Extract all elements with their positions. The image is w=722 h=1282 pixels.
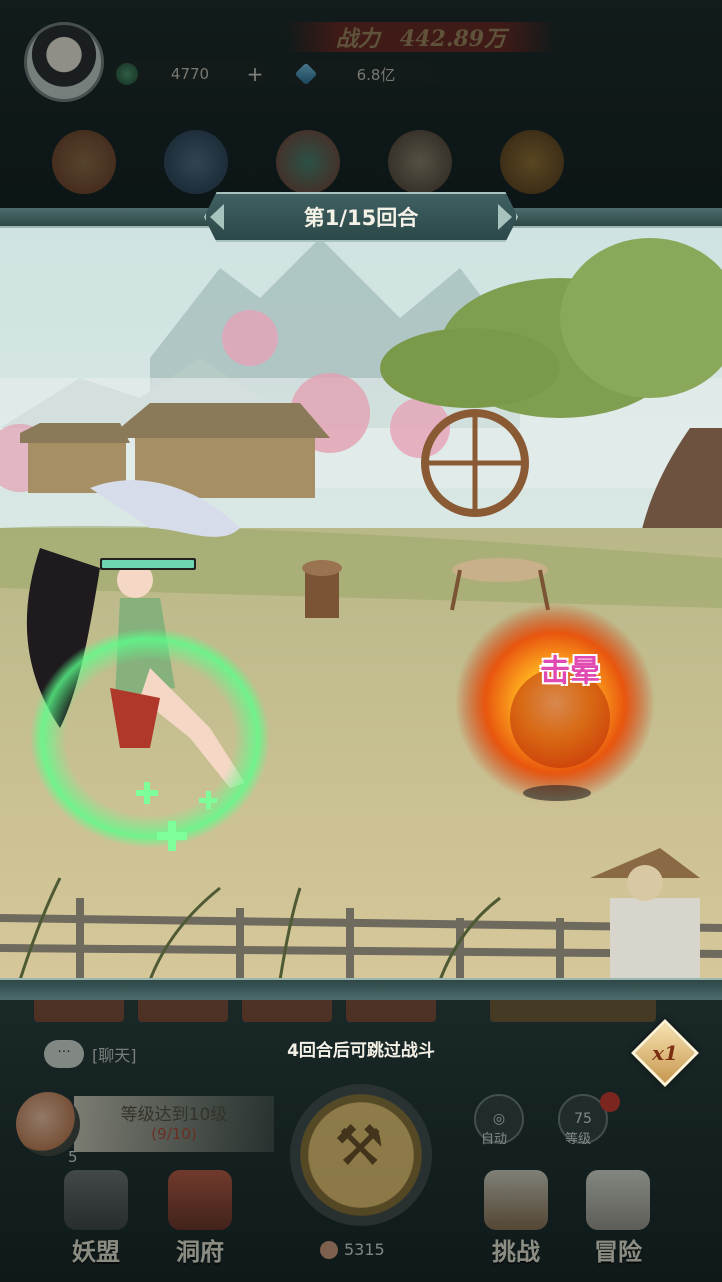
- peach-coin-icon: [320, 1240, 338, 1259]
- battle-background: [0, 228, 722, 980]
- nav-challenge[interactable]: 挑战: [466, 1170, 566, 1270]
- level-value: 75: [574, 1111, 592, 1127]
- cave-icon: [168, 1170, 232, 1230]
- battle-frame-bottom: [0, 978, 722, 1000]
- level-label: 等级: [565, 1132, 592, 1147]
- stun-effect-text: 击晕: [540, 654, 600, 689]
- axe-icon: ⚒: [334, 1114, 385, 1179]
- nav-alliance[interactable]: 妖盟: [46, 1170, 146, 1270]
- nav-cave[interactable]: 洞府: [150, 1170, 250, 1270]
- round-text: 第1/15回合: [303, 206, 419, 230]
- auto-swirl-icon: ◎: [492, 1111, 506, 1127]
- adventure-icon: [586, 1170, 650, 1230]
- peach-count: 5: [68, 1148, 78, 1166]
- round-banner: 第1/15回合: [204, 192, 518, 242]
- nav-label: 冒险: [594, 1238, 642, 1266]
- coin-counter: 5315: [320, 1240, 385, 1259]
- quest-panel[interactable]: 等级达到10级 (9/10): [74, 1096, 274, 1152]
- nav-label: 洞府: [176, 1238, 224, 1266]
- nav-label: 挑战: [492, 1238, 540, 1266]
- nav-adventure[interactable]: 冒险: [568, 1170, 668, 1270]
- axe-main-button[interactable]: ⚒: [290, 1084, 432, 1226]
- nav-label: 妖盟: [72, 1238, 120, 1266]
- bottom-hud: ··· [聊天] 4回合后可跳过战斗 x1 等级达到10级 (9/10) 5 ⚒…: [0, 1000, 722, 1282]
- quest-progress: (9/10): [151, 1125, 197, 1143]
- auto-label: 自动: [481, 1132, 508, 1147]
- alliance-icon: [64, 1170, 128, 1230]
- peach-icon[interactable]: [16, 1092, 80, 1156]
- notification-dot: [600, 1092, 620, 1112]
- quest-title: 等级达到10级: [120, 1105, 228, 1125]
- top-hud: 战力 442.89万 4770 + 6.8亿: [0, 0, 722, 210]
- dimmed-main-hud: 等级达到10级 (9/10) 5 ⚒ 5315 ◎ 自动 75 等级 妖盟 洞府: [0, 1000, 722, 1282]
- coin-value: 5315: [344, 1240, 385, 1259]
- battle-scene: 击晕: [0, 228, 722, 980]
- challenge-icon: [484, 1170, 548, 1230]
- top-dim-overlay: [0, 0, 722, 210]
